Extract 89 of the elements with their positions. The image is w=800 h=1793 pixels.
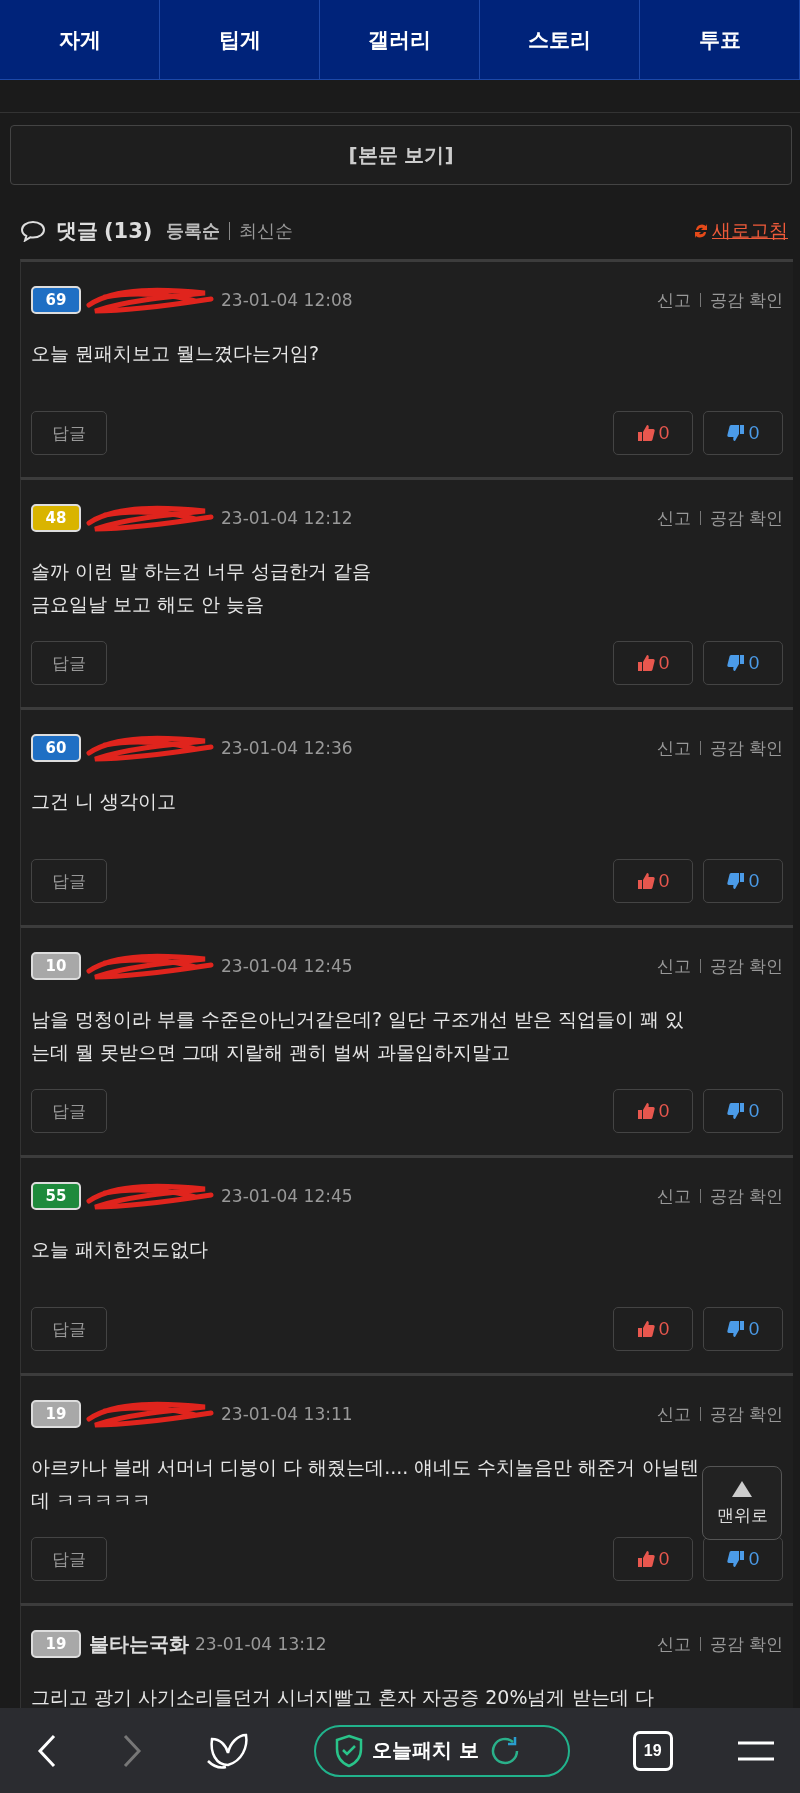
back-button[interactable]: [36, 1732, 58, 1769]
dislike-button[interactable]: 0: [703, 1307, 783, 1351]
reply-button[interactable]: 답글: [31, 1307, 107, 1351]
comment-text: 남을 멍청이라 부를 수준은아닌거같은데? 일단 구조개선 받은 직업들이 꽤 있는데 뭘 못받으면 그때 지랄해 괜히 벌써 과몰입하지말고: [31, 1007, 686, 1065]
report-link[interactable]: 신고: [656, 736, 691, 760]
triangle-up-icon: [731, 1479, 753, 1498]
comment-text: 솔까 이런 말 하는건 너무 성급한거 같음: [31, 559, 373, 584]
like-button[interactable]: 0: [613, 1307, 693, 1351]
speech-bubble-icon: [20, 220, 46, 242]
empathy-link[interactable]: 공감 확인: [709, 1402, 783, 1426]
comment-date: 23-01-04 12:08: [221, 290, 353, 310]
comment-date: 23-01-04 13:11: [221, 1404, 353, 1424]
refresh-icon: [693, 221, 709, 241]
sort-option[interactable]: 등록순: [166, 219, 221, 243]
comment-text: 아르카나 블래 서머너 디붕이 다 해줬는데.... 얘네도 수치놀음만 해준거 아닐텐데 ㅋㅋㅋㅋㅋ: [31, 1455, 699, 1513]
dislike-button[interactable]: 0: [703, 411, 783, 455]
report-link[interactable]: 신고: [656, 1402, 691, 1426]
thumbs-down-icon: [726, 654, 745, 672]
comment-text: 금요일날 보고 해도 안 늦음: [31, 592, 266, 617]
reply-button[interactable]: 답글: [31, 1537, 107, 1581]
thumbs-up-icon: [636, 872, 655, 890]
dislike-button[interactable]: 0: [703, 1537, 783, 1581]
like-button[interactable]: 0: [613, 1089, 693, 1133]
reply-button[interactable]: 답글: [31, 641, 107, 685]
thumbs-down-icon: [726, 1102, 745, 1120]
comment-date: 23-01-04 12:12: [221, 508, 353, 528]
empathy-link[interactable]: 공감 확인: [709, 736, 783, 760]
report-link[interactable]: 신고: [656, 954, 691, 978]
thumbs-up-icon: [636, 424, 655, 442]
thumbs-up-icon: [636, 1550, 655, 1568]
report-link[interactable]: 신고: [656, 1632, 691, 1656]
comment-text: 그건 니 생각이고: [31, 789, 178, 814]
dislike-button[interactable]: 0: [703, 1089, 783, 1133]
menu-icon[interactable]: [735, 1739, 776, 1762]
empathy-link[interactable]: 공감 확인: [709, 506, 783, 530]
dislike-button[interactable]: 0: [703, 641, 783, 685]
thumbs-down-icon: [726, 1320, 745, 1338]
comment-date: 23-01-04 13:12: [195, 1634, 327, 1654]
comment-date: 23-01-04 12:45: [221, 1186, 353, 1206]
board-tab[interactable]: 자게: [0, 0, 160, 80]
like-button[interactable]: 0: [613, 411, 693, 455]
comment-text: 오늘 뭔패치보고 뭘느꼈다는거임?: [31, 341, 321, 366]
shield-check-icon: [333, 1733, 364, 1768]
reply-button[interactable]: 답글: [31, 1089, 107, 1133]
empathy-link[interactable]: 공감 확인: [709, 288, 783, 312]
address-bar[interactable]: 오늘패치 보: [313, 1724, 570, 1777]
sort-option[interactable]: 최신순: [239, 219, 294, 243]
comments-title: 댓글: [56, 218, 98, 245]
reply-button[interactable]: 답글: [31, 411, 107, 455]
view-post-button[interactable]: [본문 보기]: [10, 125, 792, 185]
thumbs-up-icon: [636, 654, 655, 672]
comment-text: 그리고 광기 사기소리들던거 시너지빨고 혼자 자공증 20%넘게 받는데 다: [31, 1685, 655, 1710]
level-badge: 19: [31, 1400, 81, 1428]
refresh-link[interactable]: 새로고침: [712, 218, 788, 244]
thumbs-up-icon: [636, 1320, 655, 1338]
thumbs-up-icon: [636, 1102, 655, 1120]
board-tab[interactable]: 갤러리: [320, 0, 480, 80]
like-button[interactable]: 0: [613, 641, 693, 685]
comment-date: 23-01-04 12:45: [221, 956, 353, 976]
report-link[interactable]: 신고: [656, 1184, 691, 1208]
comment-count: (13): [104, 219, 153, 243]
empathy-link[interactable]: 공감 확인: [709, 1632, 783, 1656]
level-badge: 48: [31, 504, 81, 532]
comment-date: 23-01-04 12:36: [221, 738, 353, 758]
like-button[interactable]: 0: [613, 859, 693, 903]
level-badge: 60: [31, 734, 81, 762]
report-link[interactable]: 신고: [656, 288, 691, 312]
thumbs-down-icon: [726, 424, 745, 442]
empathy-link[interactable]: 공감 확인: [709, 1184, 783, 1208]
reply-button[interactable]: 답글: [31, 859, 107, 903]
report-link[interactable]: 신고: [656, 506, 691, 530]
level-badge: 55: [31, 1182, 81, 1210]
forward-button[interactable]: [121, 1732, 144, 1769]
board-tab[interactable]: 스토리: [480, 0, 640, 80]
empathy-link[interactable]: 공감 확인: [709, 954, 783, 978]
comment-text: 오늘 패치한것도없다: [31, 1237, 210, 1262]
dislike-button[interactable]: 0: [703, 859, 783, 903]
board-tab[interactable]: 팁게: [160, 0, 320, 80]
board-tab[interactable]: 투표: [640, 0, 800, 80]
user-name: 불타는국화: [89, 1630, 189, 1658]
address-text: 오늘패치 보: [371, 1737, 479, 1764]
level-badge: 10: [31, 952, 81, 980]
back-to-top-button[interactable]: 맨위로: [702, 1466, 782, 1540]
thumbs-down-icon: [726, 1550, 745, 1568]
tab-count-button[interactable]: 19: [632, 1730, 673, 1771]
level-badge: 19: [31, 1630, 81, 1658]
level-badge: 69: [31, 286, 81, 314]
thumbs-down-icon: [726, 872, 745, 890]
like-button[interactable]: 0: [613, 1537, 693, 1581]
